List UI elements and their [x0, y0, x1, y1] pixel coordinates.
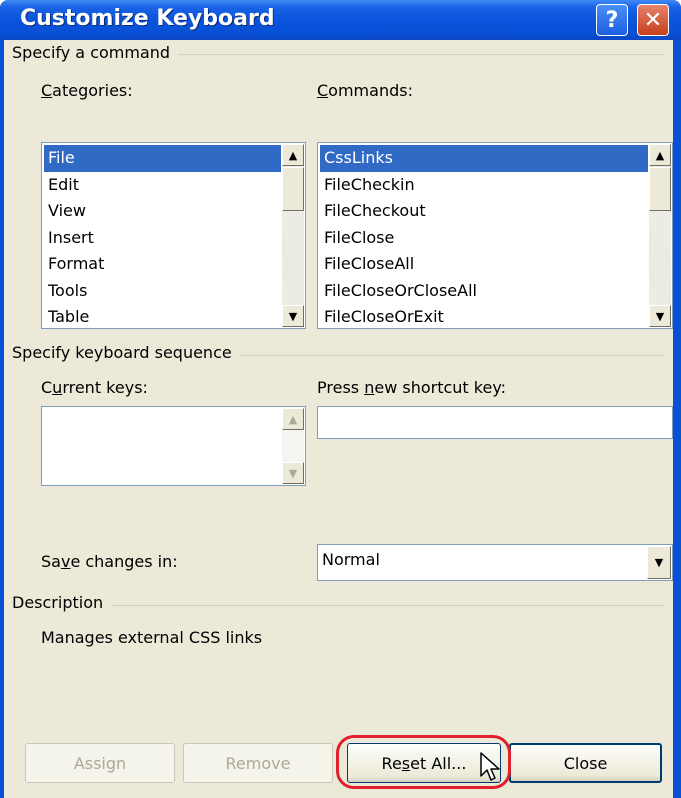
- remove-button[interactable]: Remove: [183, 743, 333, 783]
- categories-listbox[interactable]: File Edit View Insert Format Tools Table ▲ ▼: [41, 142, 306, 329]
- arrow-up-icon: ▲: [655, 148, 665, 162]
- scroll-down-button: ▼: [282, 462, 304, 484]
- commands-item[interactable]: FileCloseOrExit: [320, 304, 648, 326]
- command-group-label: Specify a command: [12, 43, 179, 62]
- customize-keyboard-dialog: Customize Keyboard ? ✕ Specify a command…: [0, 0, 681, 798]
- commands-item[interactable]: CssLinks: [320, 145, 648, 172]
- commands-item[interactable]: FileCheckout: [320, 198, 648, 225]
- scroll-up-button[interactable]: ▲: [649, 144, 671, 166]
- description-group-label: Description: [12, 593, 112, 612]
- categories-item[interactable]: Tools: [44, 278, 281, 305]
- help-icon: ?: [605, 7, 619, 33]
- close-icon: ✕: [643, 7, 663, 33]
- press-new-shortcut-label: Press new shortcut key:: [317, 378, 507, 397]
- scroll-thumb[interactable]: [282, 167, 304, 211]
- categories-item[interactable]: Table: [44, 304, 281, 326]
- new-shortcut-input[interactable]: [317, 406, 673, 439]
- arrow-down-icon: ▼: [655, 309, 665, 323]
- save-changes-in-label: Save changes in:: [41, 552, 178, 571]
- categories-label: Categories:: [41, 81, 133, 100]
- dialog-title: Customize Keyboard: [20, 6, 275, 31]
- save-changes-in-select[interactable]: Normal ▼: [317, 544, 673, 581]
- commands-item[interactable]: FileCloseAll: [320, 251, 648, 278]
- commands-listbox[interactable]: CssLinks FileCheckin FileCheckout FileClose…: [317, 142, 673, 329]
- mouse-cursor-icon: [480, 752, 500, 781]
- commands-label: Commands:: [317, 81, 413, 100]
- scroll-up-button: ▲: [282, 408, 304, 430]
- categories-item[interactable]: File: [44, 145, 281, 172]
- title-bar[interactable]: Customize Keyboard ? ✕: [0, 0, 681, 40]
- save-changes-in-value: Normal: [322, 550, 380, 569]
- keyboard-group-label: Specify keyboard sequence: [12, 343, 240, 362]
- current-keys-scrollbar: ▲ ▼: [282, 408, 304, 484]
- help-button[interactable]: ?: [596, 4, 628, 36]
- current-keys-label: Current keys:: [41, 378, 148, 397]
- description-text: Manages external CSS links: [41, 628, 263, 647]
- scroll-up-button[interactable]: ▲: [282, 144, 304, 166]
- commands-item[interactable]: FileClose: [320, 225, 648, 252]
- current-keys-listbox[interactable]: ▲ ▼: [41, 406, 306, 486]
- chevron-down-icon: ▼: [654, 556, 664, 569]
- commands-item[interactable]: FileCheckin: [320, 172, 648, 199]
- categories-item[interactable]: Format: [44, 251, 281, 278]
- arrow-up-icon: ▲: [288, 412, 298, 426]
- dialog-client-area: Specify a command Categories: Commands: …: [4, 40, 673, 798]
- commands-scrollbar[interactable]: ▲ ▼: [649, 144, 671, 327]
- dropdown-button[interactable]: ▼: [647, 546, 671, 579]
- categories-item[interactable]: View: [44, 198, 281, 225]
- commands-list-items: CssLinks FileCheckin FileCheckout FileClose…: [320, 145, 648, 326]
- categories-scrollbar[interactable]: ▲ ▼: [282, 144, 304, 327]
- arrow-down-icon: ▼: [288, 309, 298, 323]
- arrow-down-icon: ▼: [288, 466, 298, 480]
- assign-button[interactable]: Assign: [25, 743, 175, 783]
- close-window-button[interactable]: ✕: [637, 4, 669, 36]
- categories-list-items: File Edit View Insert Format Tools Table: [44, 145, 281, 326]
- commands-item[interactable]: FileCloseOrCloseAll: [320, 278, 648, 305]
- scroll-down-button[interactable]: ▼: [282, 305, 304, 327]
- scroll-down-button[interactable]: ▼: [649, 305, 671, 327]
- close-button[interactable]: Close: [509, 743, 662, 783]
- scroll-thumb[interactable]: [649, 167, 671, 211]
- arrow-up-icon: ▲: [288, 148, 298, 162]
- categories-item[interactable]: Edit: [44, 172, 281, 199]
- categories-item[interactable]: Insert: [44, 225, 281, 252]
